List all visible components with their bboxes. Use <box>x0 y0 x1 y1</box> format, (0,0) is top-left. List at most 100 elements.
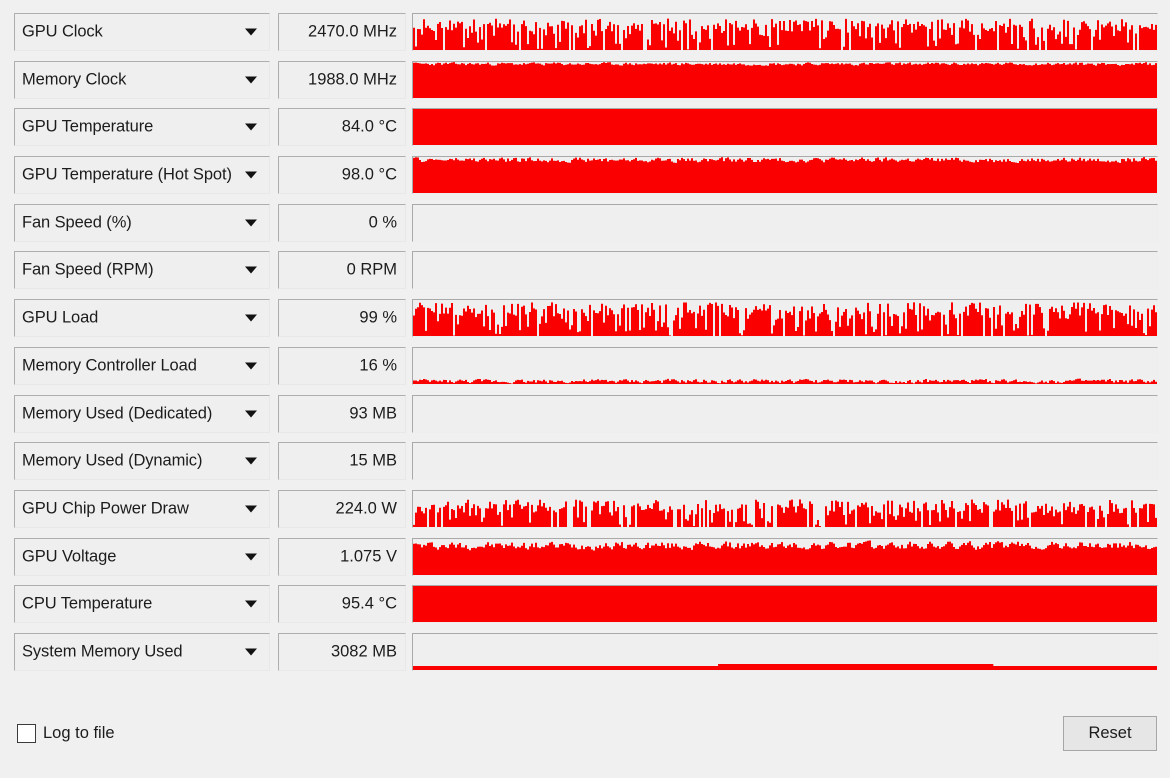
sensor-graph-memory-used-dynamic[interactable] <box>412 442 1158 481</box>
sensor-value-gpu-temperature: 84.0 °C <box>278 108 406 147</box>
sensor-graph-plot <box>413 109 1157 146</box>
sensor-graph-gpu-temperature[interactable] <box>412 108 1158 147</box>
sensor-value-text: 93 MB <box>349 404 397 422</box>
sensor-select-gpu-temperature[interactable]: GPU Temperature <box>14 108 270 147</box>
sensor-graph-memory-clock[interactable] <box>412 60 1158 99</box>
checkbox-box-icon[interactable] <box>17 724 36 743</box>
sensor-value-text: 3082 MB <box>330 642 397 661</box>
sensor-select-fan-speed-rpm[interactable]: Fan Speed (RPM) <box>14 251 270 290</box>
footer-bar: Log to file Reset <box>0 688 1170 778</box>
sensor-name-label: GPU Temperature (Hot Spot) <box>22 165 232 184</box>
sensor-graph-plot <box>413 540 1157 575</box>
sensor-value-text: 99 % <box>359 308 397 327</box>
sensor-select-memory-controller-load[interactable]: Memory Controller Load <box>14 346 270 385</box>
sensor-select-gpu-voltage[interactable]: GPU Voltage <box>14 537 270 576</box>
sensor-graph-plot <box>413 205 1157 241</box>
sensor-name-label: Memory Clock <box>22 70 127 89</box>
sensor-row: CPU Temperature 95.4 °C <box>0 582 1170 630</box>
sensor-name-label: GPU Load <box>22 308 99 327</box>
log-to-file-checkbox[interactable]: Log to file <box>17 724 115 743</box>
sensor-value-cpu-temperature: 95.4 °C <box>278 585 406 624</box>
sensor-value-memory-controller-load: 16 % <box>278 346 406 385</box>
sensor-graph-gpu-clock[interactable] <box>412 13 1158 51</box>
sensor-graph-plot <box>413 663 1157 670</box>
sensor-name-label: Memory Controller Load <box>22 356 197 375</box>
chevron-down-icon[interactable] <box>245 219 257 227</box>
sensor-graph-memory-controller-load[interactable] <box>412 346 1158 385</box>
sensor-value-text: 84.0 °C <box>341 117 397 136</box>
sensor-graph-gpu-voltage[interactable] <box>412 537 1158 576</box>
sensor-row: Memory Used (Dynamic) 15 MB <box>0 439 1170 487</box>
chevron-down-icon[interactable] <box>245 171 257 179</box>
sensor-graph-gpu-temperature-hot-spot[interactable] <box>412 156 1158 195</box>
sensor-graph-gpu-chip-power-draw[interactable] <box>412 489 1158 528</box>
sensor-select-memory-clock[interactable]: Memory Clock <box>14 60 270 99</box>
sensor-graph-plot <box>413 499 1157 527</box>
sensor-row: GPU Temperature (Hot Spot) 98.0 °C <box>0 153 1170 201</box>
chevron-down-icon[interactable] <box>245 505 257 513</box>
chevron-down-icon[interactable] <box>245 457 257 465</box>
sensor-name-label: GPU Clock <box>22 22 103 41</box>
sensor-value-text: 98.0 °C <box>341 165 397 184</box>
sensor-name-label: GPU Chip Power Draw <box>22 499 189 518</box>
sensor-row: GPU Voltage 1.075 V <box>0 535 1170 583</box>
sensor-select-cpu-temperature[interactable]: CPU Temperature <box>14 585 270 624</box>
sensor-graph-plot <box>413 378 1157 384</box>
sensor-name-label: Fan Speed (%) <box>22 213 132 232</box>
sensor-value-gpu-load: 99 % <box>278 299 406 338</box>
sensor-row: GPU Load 99 % <box>0 296 1170 344</box>
sensor-name-label: CPU Temperature <box>22 594 153 613</box>
sensor-value-text: 0 % <box>368 213 397 232</box>
sensor-graph-plot <box>413 157 1157 194</box>
sensor-select-memory-used-dynamic[interactable]: Memory Used (Dynamic) <box>14 442 270 481</box>
sensor-value-memory-used-dynamic: 15 MB <box>278 442 406 481</box>
sensor-row: Fan Speed (%) 0 % <box>0 201 1170 249</box>
sensor-select-gpu-chip-power-draw[interactable]: GPU Chip Power Draw <box>14 489 270 528</box>
sensor-value-gpu-chip-power-draw: 224.0 W <box>278 489 406 528</box>
sensor-row: Memory Controller Load 16 % <box>0 344 1170 392</box>
chevron-down-icon[interactable] <box>245 362 257 370</box>
sensor-value-text: 2470.0 MHz <box>308 22 397 41</box>
sensor-value-memory-clock: 1988.0 MHz <box>278 60 406 99</box>
chevron-down-icon[interactable] <box>245 600 257 608</box>
sensor-graph-plot <box>413 252 1157 288</box>
sensor-name-label: Memory Used (Dynamic) <box>22 451 203 470</box>
sensor-row: Memory Clock 1988.0 MHz <box>0 58 1170 106</box>
chevron-down-icon[interactable] <box>245 410 257 417</box>
log-to-file-label: Log to file <box>43 724 115 742</box>
sensor-name-label: Memory Used (Dedicated) <box>22 404 213 422</box>
sensor-value-text: 0 RPM <box>346 260 397 279</box>
sensor-select-fan-speed[interactable]: Fan Speed (%) <box>14 203 270 242</box>
sensor-name-label: Fan Speed (RPM) <box>22 260 154 279</box>
sensor-graph-fan-speed[interactable] <box>412 203 1158 242</box>
sensor-select-gpu-temperature-hot-spot[interactable]: GPU Temperature (Hot Spot) <box>14 156 270 195</box>
sensor-graph-plot <box>413 61 1157 98</box>
sensor-row: GPU Temperature 84.0 °C <box>0 105 1170 153</box>
reset-button[interactable]: Reset <box>1063 716 1157 751</box>
chevron-down-icon[interactable] <box>245 266 257 274</box>
sensor-select-gpu-clock[interactable]: GPU Clock <box>14 13 270 51</box>
sensor-select-system-memory-used[interactable]: System Memory Used <box>14 632 270 671</box>
sensor-select-gpu-load[interactable]: GPU Load <box>14 299 270 338</box>
sensor-value-text: 16 % <box>359 356 397 375</box>
sensor-value-system-memory-used: 3082 MB <box>278 632 406 671</box>
sensor-graph-fan-speed-rpm[interactable] <box>412 251 1158 290</box>
chevron-down-icon[interactable] <box>245 553 257 561</box>
sensor-row: GPU Chip Power Draw 224.0 W <box>0 487 1170 535</box>
chevron-down-icon[interactable] <box>245 314 257 322</box>
sensor-graph-cpu-temperature[interactable] <box>412 585 1158 624</box>
sensor-select-memory-used-dedicated[interactable]: Memory Used (Dedicated) <box>14 394 270 433</box>
chevron-down-icon[interactable] <box>245 648 257 656</box>
sensor-value-gpu-voltage: 1.075 V <box>278 537 406 576</box>
chevron-down-icon[interactable] <box>245 76 257 84</box>
sensor-graph-system-memory-used[interactable] <box>412 632 1158 671</box>
sensor-name-label: GPU Voltage <box>22 547 117 566</box>
sensor-graph-memory-used-dedicated[interactable] <box>412 394 1158 433</box>
sensor-graph-plot <box>413 18 1157 50</box>
sensor-value-gpu-temperature-hot-spot: 98.0 °C <box>278 156 406 195</box>
chevron-down-icon[interactable] <box>245 28 257 36</box>
sensor-graph-gpu-load[interactable] <box>412 299 1158 338</box>
sensor-value-fan-speed: 0 % <box>278 203 406 242</box>
chevron-down-icon[interactable] <box>245 123 257 131</box>
sensor-value-text: 15 MB <box>349 451 397 470</box>
